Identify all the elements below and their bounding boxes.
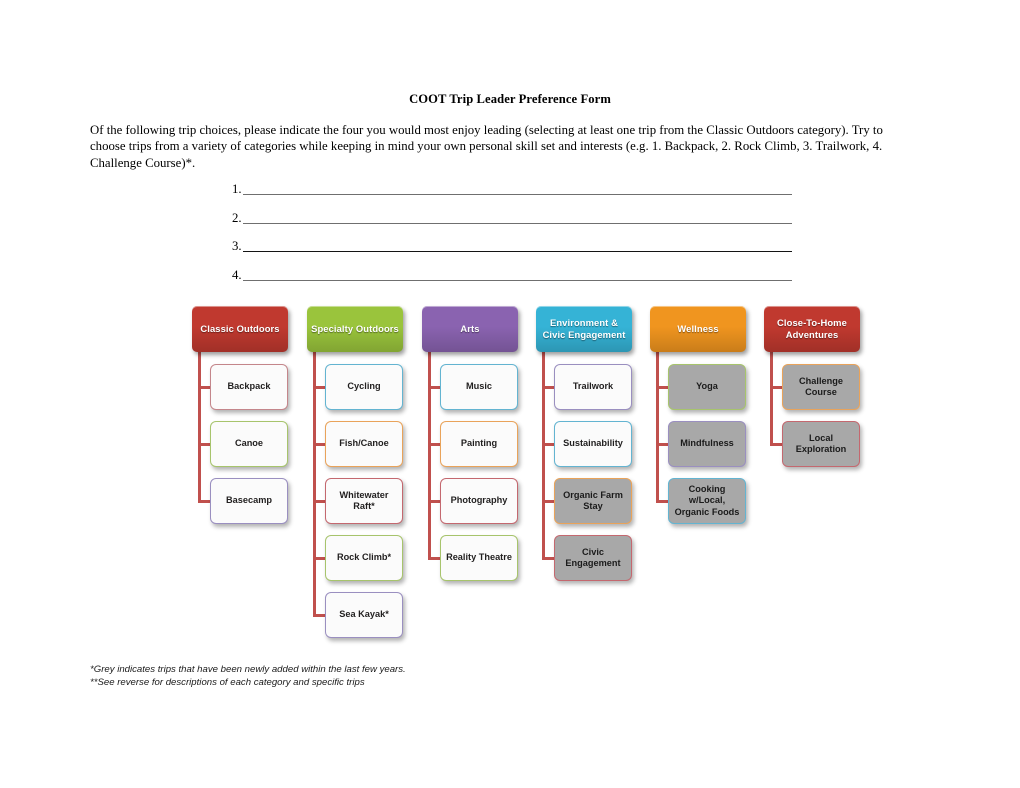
trip-option-box[interactable]: Cycling — [325, 364, 403, 410]
answer-line-number: 3. — [232, 239, 242, 254]
trip-option-box[interactable]: Rock Climb* — [325, 535, 403, 581]
trip-option-box[interactable]: Painting — [440, 421, 518, 467]
answer-line-number: 4. — [232, 267, 242, 282]
answer-lines-group: 1. 2. 3. 4. — [232, 182, 792, 296]
answer-line-row[interactable]: 3. — [232, 239, 792, 268]
category-items: Challenge Course Local Exploration — [782, 364, 860, 478]
category-items: Yoga Mindfulness Cooking w/Local, Organic … — [668, 364, 746, 535]
trip-option-box[interactable]: Organic Farm Stay — [554, 478, 632, 524]
chart-column: Arts Music Painting Photography Reality Thea… — [422, 306, 518, 581]
category-items: Music Painting Photography Reality Theatre — [440, 364, 518, 592]
trip-option-box[interactable]: Challenge Course — [782, 364, 860, 410]
trip-option-box[interactable]: Local Exploration — [782, 421, 860, 467]
answer-line-row[interactable]: 2. — [232, 211, 792, 240]
answer-line-blank[interactable] — [243, 251, 792, 253]
answer-line-row[interactable]: 4. — [232, 268, 792, 297]
trip-option-box[interactable]: Basecamp — [210, 478, 288, 524]
trip-option-box[interactable]: Sustainability — [554, 421, 632, 467]
trip-option-box[interactable]: Trailwork — [554, 364, 632, 410]
answer-line-number: 1. — [232, 182, 242, 196]
category-items: Backpack Canoe Basecamp — [210, 364, 288, 535]
trip-option-box[interactable]: Fish/Canoe — [325, 421, 403, 467]
trip-option-box[interactable]: Mindfulness — [668, 421, 746, 467]
category-header-5[interactable]: Wellness — [650, 306, 746, 352]
answer-line-blank[interactable] — [243, 194, 792, 195]
instructions-paragraph: Of the following trip choices, please in… — [90, 123, 883, 170]
category-header-6[interactable]: Close-To-Home Adventures — [764, 306, 860, 352]
trip-option-box[interactable]: Music — [440, 364, 518, 410]
chart-column: Wellness Yoga Mindfulness Cooking w/Local, … — [650, 306, 746, 524]
answer-line-number: 2. — [232, 210, 242, 225]
category-header-3[interactable]: Arts — [422, 306, 518, 352]
answer-line-blank[interactable] — [243, 222, 792, 224]
category-items: Trailwork Sustainability Organic Farm Stay… — [554, 364, 632, 592]
chart-column: Environment & Civic Engagement Trailwork S… — [536, 306, 632, 581]
trip-option-box[interactable]: Backpack — [210, 364, 288, 410]
category-items: Cycling Fish/Canoe Whitewater Raft* Rock Cl… — [325, 364, 403, 649]
page-title: COOT Trip Leader Preference Form — [409, 92, 611, 106]
connector-spine — [770, 351, 773, 444]
connector-spine — [428, 351, 431, 558]
trip-option-box[interactable]: Civic Engagement — [554, 535, 632, 581]
answer-line-row[interactable]: 1. — [232, 182, 792, 211]
trip-option-box[interactable]: Whitewater Raft* — [325, 478, 403, 524]
trip-option-box[interactable]: Photography — [440, 478, 518, 524]
chart-column: Close-To-Home Adventures Challenge Course… — [764, 306, 860, 467]
trip-option-box[interactable]: Yoga — [668, 364, 746, 410]
connector-spine — [542, 351, 545, 558]
answer-line-blank[interactable] — [243, 279, 792, 281]
connector-spine — [198, 351, 201, 501]
chart-column: Classic Outdoors Backpack Canoe Basecamp — [192, 306, 288, 524]
chart-column: Specialty Outdoors Cycling Fish/Canoe White… — [307, 306, 403, 638]
connector-spine — [656, 351, 659, 501]
trip-category-chart: Classic Outdoors Backpack Canoe Basecamp Spe… — [192, 306, 892, 656]
footnote-1: *Grey indicates trips that have been new… — [90, 664, 406, 675]
footnotes-group: *Grey indicates trips that have been new… — [90, 663, 406, 689]
trip-option-box[interactable]: Cooking w/Local, Organic Foods — [668, 478, 746, 524]
footnote-2: **See reverse for descriptions of each c… — [90, 677, 365, 689]
document-page: COOT Trip Leader Preference Form Of the … — [0, 0, 1020, 788]
trip-option-box[interactable]: Sea Kayak* — [325, 592, 403, 638]
category-header-4[interactable]: Environment & Civic Engagement — [536, 306, 632, 352]
trip-option-box[interactable]: Reality Theatre — [440, 535, 518, 581]
category-header-2[interactable]: Specialty Outdoors — [307, 306, 403, 352]
connector-spine — [313, 351, 316, 615]
trip-option-box[interactable]: Canoe — [210, 421, 288, 467]
category-header-1[interactable]: Classic Outdoors — [192, 306, 288, 352]
